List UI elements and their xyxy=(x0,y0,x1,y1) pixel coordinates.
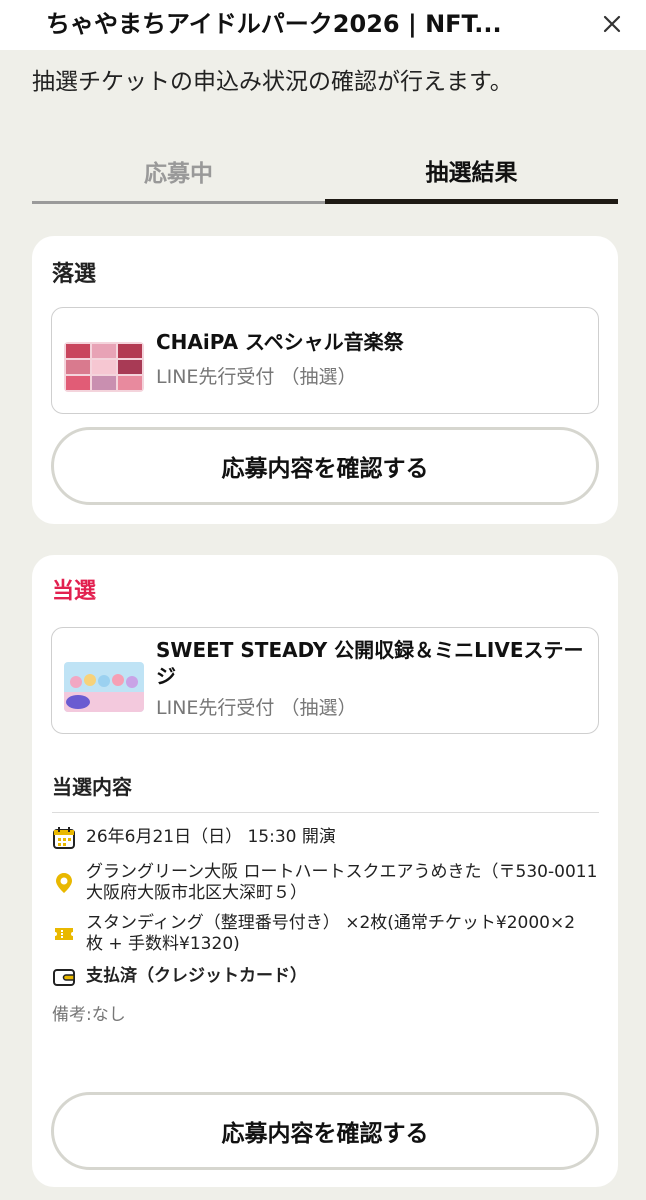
app-header: ちゃやまちアイドルパーク2026 | NFT... xyxy=(0,0,646,50)
detail-venue-row: グラングリーン大阪 ロートハートスクエアうめきた（〒530-0011 大阪府大阪… xyxy=(52,861,602,905)
result-card-lost: 落選 CHAiPA スペシャル音楽祭 LINE先行受付 （抽選） 応募内容を確認… xyxy=(32,236,618,524)
detail-date-row: 26年6月21日（日） 15:30 開演 xyxy=(52,826,602,850)
status-label-lost: 落選 xyxy=(52,262,97,287)
detail-payment: 支払済（クレジットカード） xyxy=(86,966,307,986)
close-button[interactable] xyxy=(596,8,628,40)
confirm-application-button[interactable]: 応募内容を確認する xyxy=(51,1092,599,1170)
remarks: 備考:なし xyxy=(52,1005,126,1025)
detail-venue: グラングリーン大阪 ロートハートスクエアうめきた（〒530-0011 大阪府大阪… xyxy=(86,862,598,903)
event-thumbnail xyxy=(64,342,144,392)
event-thumbnail xyxy=(64,662,144,712)
detail-date: 26年6月21日（日） 15:30 開演 xyxy=(86,827,336,847)
location-pin-icon xyxy=(56,873,72,893)
page-description: 抽選チケットの申込み状況の確認が行えます。 xyxy=(32,69,513,95)
detail-ticket: スタンディング（整理番号付き） ×2枚(通常チケット¥2000×2枚 + 手数料… xyxy=(86,913,576,954)
result-card-won: 当選 SWEET STEADY 公開収録＆ミニLIVEステージ LINE先行受付… xyxy=(32,555,618,1187)
divider xyxy=(52,812,599,813)
event-name: CHAiPA スペシャル音楽祭 xyxy=(156,330,404,354)
wallet-icon xyxy=(53,969,75,986)
status-label-won: 当選 xyxy=(52,579,97,604)
confirm-application-button[interactable]: 応募内容を確認する xyxy=(51,427,599,505)
tab-applying[interactable]: 応募中 xyxy=(32,140,325,204)
event-type: LINE先行受付 （抽選） xyxy=(156,366,357,388)
detail-payment-row: 支払済（クレジットカード） xyxy=(52,965,602,991)
tab-bar: 応募中 抽選結果 xyxy=(32,140,618,204)
page-title: ちゃやまちアイドルパーク2026 | NFT... xyxy=(46,10,502,38)
event-item[interactable]: CHAiPA スペシャル音楽祭 LINE先行受付 （抽選） xyxy=(51,307,599,414)
close-icon xyxy=(603,15,621,33)
calendar-icon xyxy=(53,827,75,849)
event-item[interactable]: SWEET STEADY 公開収録＆ミニLIVEステージ LINE先行受付 （抽… xyxy=(51,627,599,734)
detail-ticket-row: スタンディング（整理番号付き） ×2枚(通常チケット¥2000×2枚 + 手数料… xyxy=(52,912,602,956)
win-details-heading: 当選内容 xyxy=(52,775,132,799)
event-name: SWEET STEADY 公開収録＆ミニLIVEステージ xyxy=(156,638,584,688)
event-type: LINE先行受付 （抽選） xyxy=(156,697,357,719)
tab-results[interactable]: 抽選結果 xyxy=(325,140,618,204)
ticket-icon xyxy=(55,928,73,940)
